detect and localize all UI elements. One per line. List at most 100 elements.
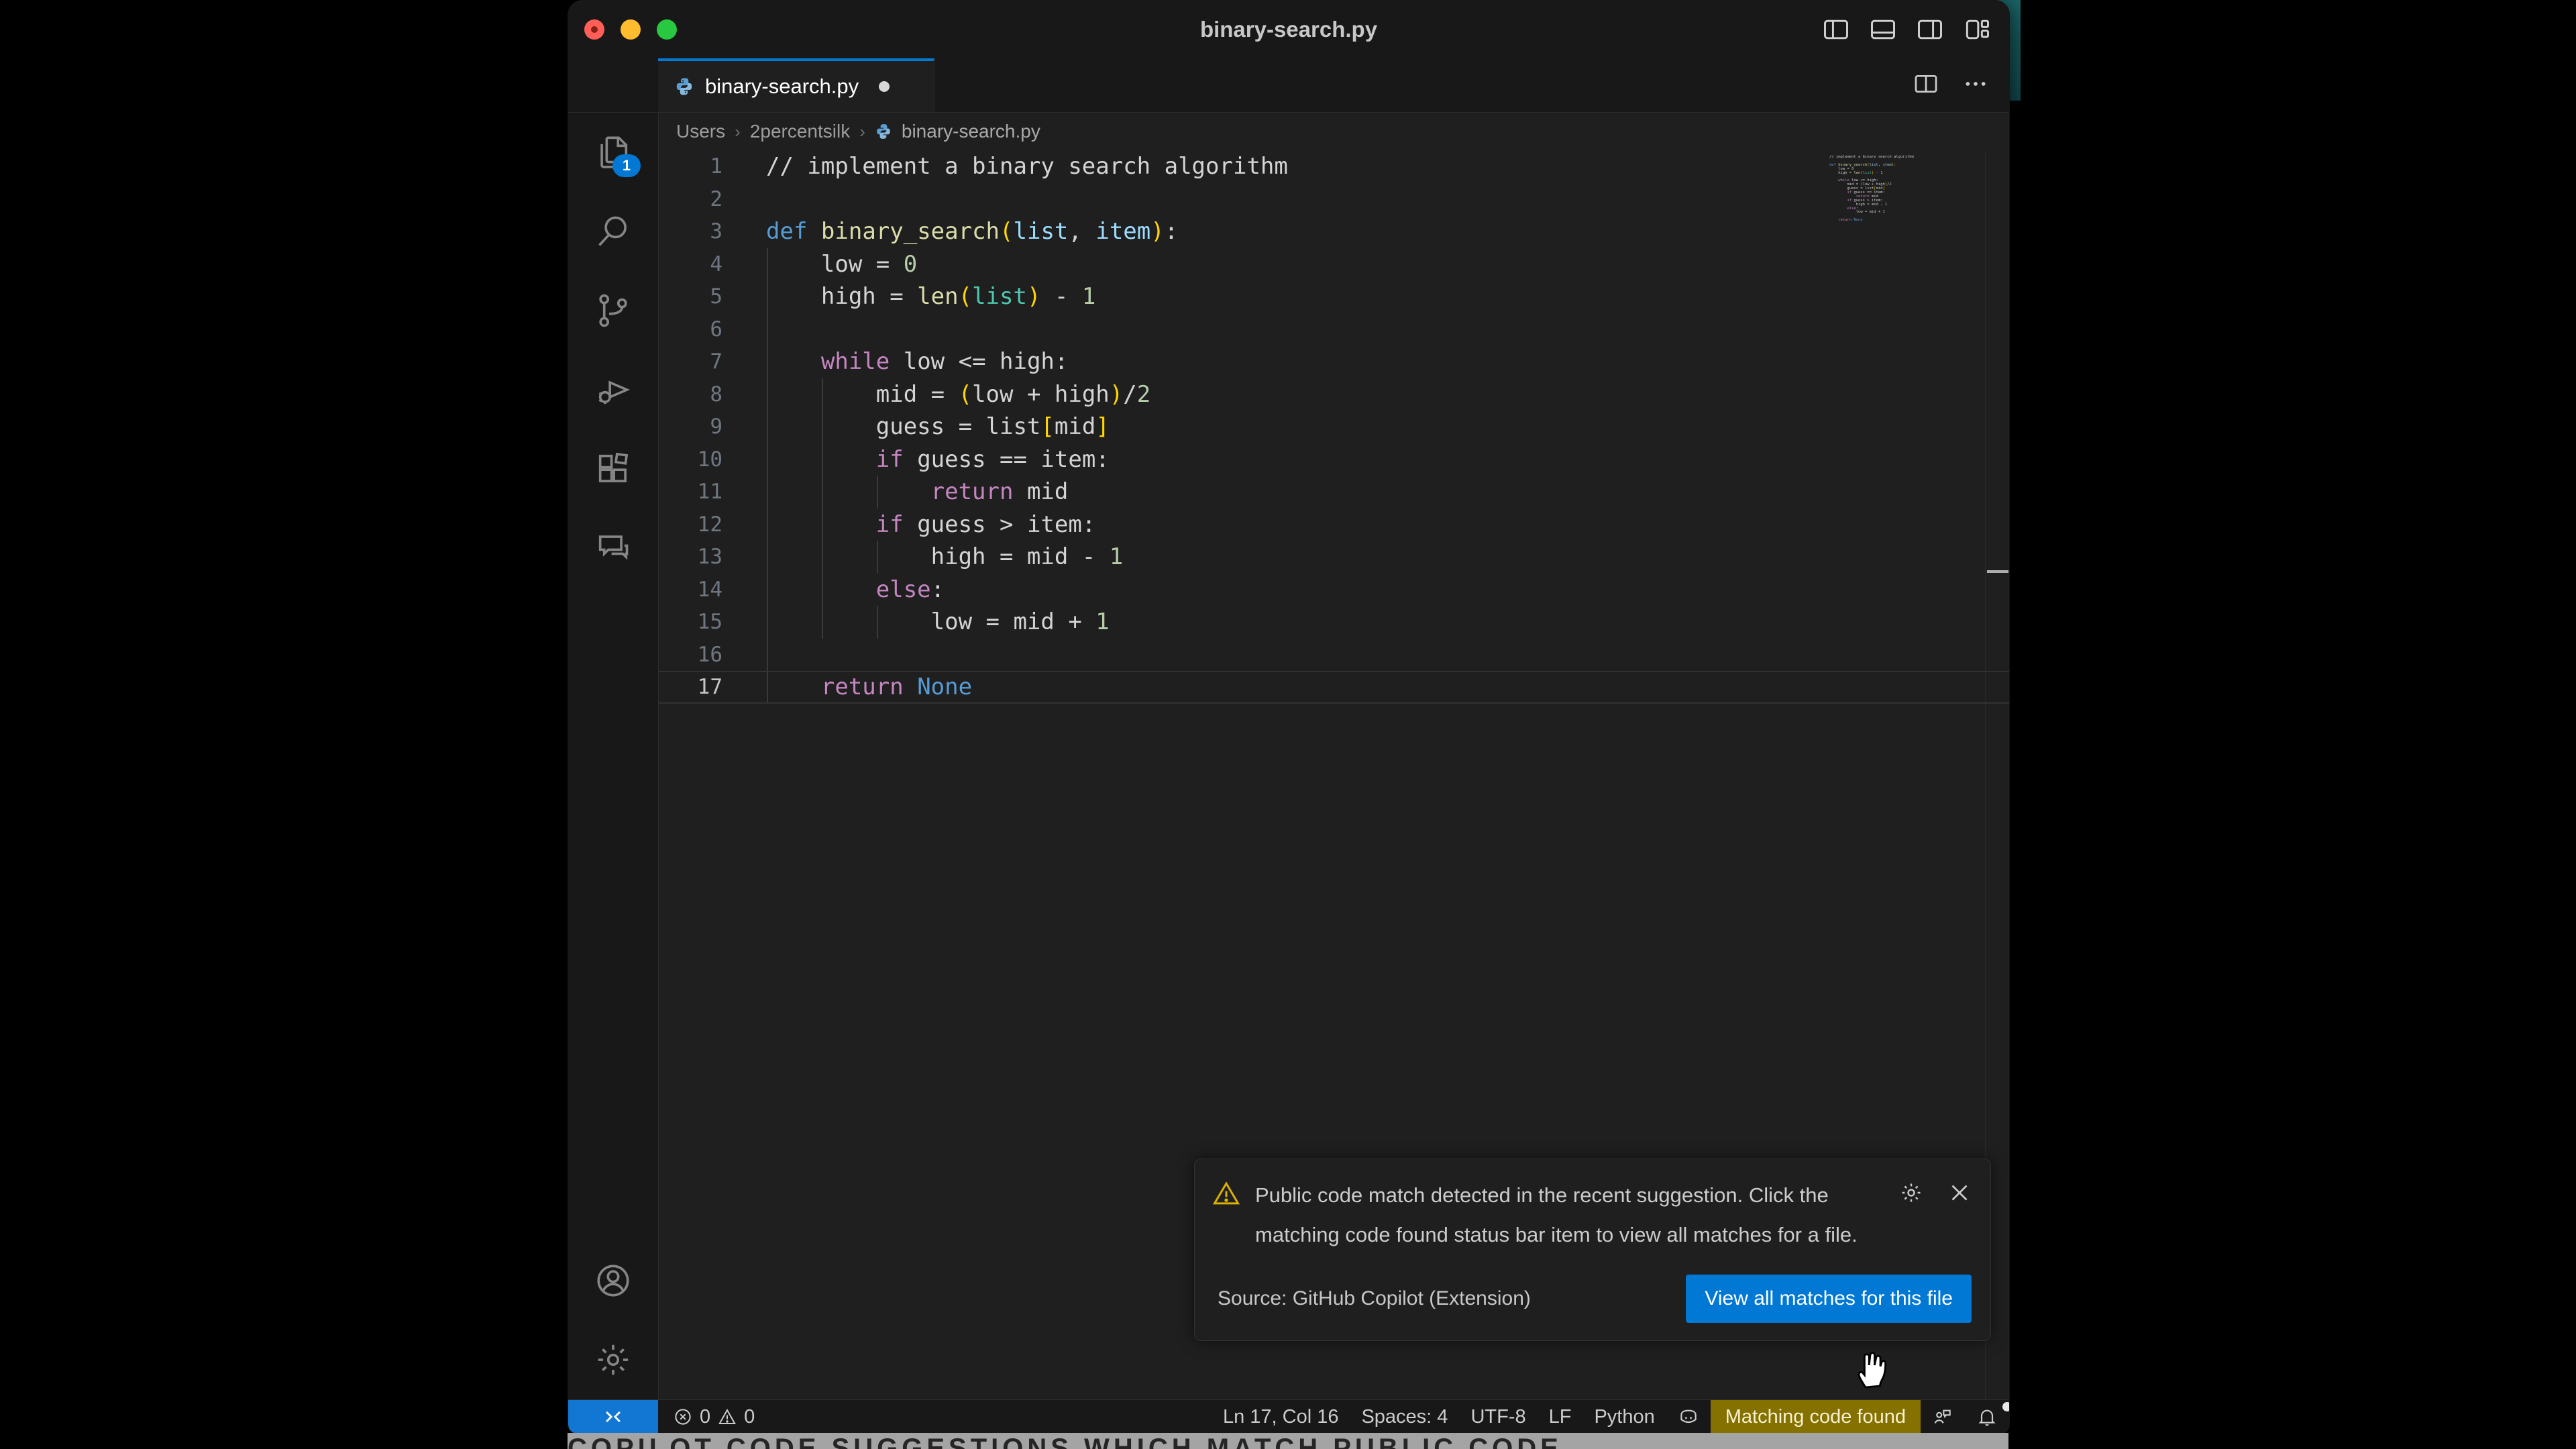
minimap[interactable]: // implement a binary search algorithmde… xyxy=(1829,156,1984,223)
breadcrumb-item-2percentsilk[interactable]: 2percentsilk xyxy=(750,121,850,142)
line-number: 16 xyxy=(659,639,722,672)
line-number: 7 xyxy=(659,345,722,378)
line-number: 12 xyxy=(659,508,722,541)
sidebar-item-explorer[interactable]: 1 xyxy=(568,113,658,192)
remote-indicator[interactable] xyxy=(568,1400,658,1434)
customize-layout-icon[interactable] xyxy=(1962,15,1992,44)
matching-code-found-status[interactable]: Matching code found xyxy=(1711,1400,1921,1434)
tab-bar: binary-search.py xyxy=(568,58,2009,113)
chat-icon xyxy=(594,529,633,568)
sidebar-item-extensions[interactable] xyxy=(568,429,658,508)
eol-status[interactable]: LF xyxy=(1538,1406,1583,1428)
notification-source: Source: GitHub Copilot (Extension) xyxy=(1218,1287,1531,1310)
notification-settings-icon[interactable] xyxy=(1899,1181,1923,1205)
line-number: 15 xyxy=(659,606,722,639)
view-all-matches-button[interactable]: View all matches for this file xyxy=(1686,1275,1972,1323)
copilot-status[interactable] xyxy=(1666,1406,1711,1428)
code-line-13[interactable]: 13 high = mid - 1 xyxy=(659,541,2009,574)
line-number: 11 xyxy=(659,476,722,508)
sidebar-item-chat[interactable] xyxy=(568,508,658,588)
warning-icon xyxy=(1212,1179,1240,1208)
modified-indicator-dot[interactable] xyxy=(879,81,890,92)
code-area[interactable]: 1// implement a binary search algorithm2… xyxy=(659,150,2009,704)
window-title: binary-search.py xyxy=(1200,17,1377,42)
toggle-primary-sidebar-icon[interactable] xyxy=(1821,15,1851,44)
problems-status[interactable]: 0 0 xyxy=(658,1406,769,1428)
breadcrumb-separator: › xyxy=(859,121,865,142)
line-number: 9 xyxy=(659,411,722,443)
cursor-position-status[interactable]: Ln 17, Col 16 xyxy=(1212,1406,1350,1428)
python-file-icon xyxy=(674,76,694,97)
code-line-1[interactable]: 1// implement a binary search algorithm xyxy=(659,150,2009,183)
minimap-line: return None xyxy=(1829,219,1984,223)
status-bar: 0 0 Ln 17, Col 16 Spaces: 4 UTF-8 LF Pyt… xyxy=(568,1399,2009,1434)
sidebar-item-source-control[interactable] xyxy=(568,271,658,350)
mouse-cursor-hand xyxy=(1853,1347,1892,1390)
errors-count: 0 xyxy=(700,1406,710,1428)
code-line-4[interactable]: 4 low = 0 xyxy=(659,248,2009,281)
feedback-icon xyxy=(1932,1406,1953,1428)
feedback-status[interactable] xyxy=(1921,1406,1965,1428)
code-line-12[interactable]: 12 if guess > item: xyxy=(659,508,2009,541)
bell-icon xyxy=(1976,1406,1998,1428)
notification-dot xyxy=(2002,1402,2010,1411)
remote-icon xyxy=(602,1405,625,1428)
titlebar: binary-search.py xyxy=(568,1,2009,58)
minimize-window-button[interactable] xyxy=(621,19,641,40)
line-number: 10 xyxy=(659,443,722,476)
line-number: 2 xyxy=(659,183,722,216)
errors-icon xyxy=(673,1407,693,1427)
git-branch-icon xyxy=(594,291,633,330)
sidebar-item-search[interactable] xyxy=(568,192,658,271)
tab-label: binary-search.py xyxy=(705,74,859,99)
breadcrumb-item-file[interactable]: binary-search.py xyxy=(902,121,1040,142)
close-window-button[interactable] xyxy=(584,19,604,40)
encoding-status[interactable]: UTF-8 xyxy=(1459,1406,1537,1428)
close-icon[interactable] xyxy=(1947,1181,1972,1205)
code-line-17[interactable]: 17 return None xyxy=(659,671,2009,704)
sidebar-item-run-debug[interactable] xyxy=(568,350,658,429)
code-line-2[interactable]: 2 xyxy=(659,183,2009,216)
notifications-status[interactable] xyxy=(1965,1406,2009,1428)
code-line-14[interactable]: 14 else: xyxy=(659,574,2009,606)
tab-binary-search-py[interactable]: binary-search.py xyxy=(658,58,934,112)
line-number: 4 xyxy=(659,248,722,281)
toggle-panel-icon[interactable] xyxy=(1868,15,1898,44)
warnings-count: 0 xyxy=(744,1406,755,1428)
indentation-status[interactable]: Spaces: 4 xyxy=(1350,1406,1459,1428)
zoom-window-button[interactable] xyxy=(657,19,677,40)
account-icon xyxy=(594,1261,633,1300)
background-window-strip: COPILOT CODE SUGGESTIONS WHICH MATCH PUB… xyxy=(568,1433,2008,1449)
code-line-11[interactable]: 11 return mid xyxy=(659,476,2009,508)
code-line-6[interactable]: 6 xyxy=(659,313,2009,346)
python-file-icon xyxy=(875,123,892,140)
code-line-7[interactable]: 7 while low <= high: xyxy=(659,345,2009,378)
search-icon xyxy=(594,212,633,251)
code-line-16[interactable]: 16 xyxy=(659,639,2009,672)
debug-icon xyxy=(594,370,633,409)
code-line-9[interactable]: 9 guess = list[mid] xyxy=(659,411,2009,443)
line-number: 6 xyxy=(659,313,722,346)
more-actions-icon[interactable] xyxy=(1962,70,1989,97)
split-editor-icon[interactable] xyxy=(1913,70,1939,97)
activity-bar: 1 xyxy=(568,113,659,1399)
notification-message: Public code match detected in the recent… xyxy=(1255,1175,1879,1254)
code-line-3[interactable]: 3def binary_search(list, item): xyxy=(659,215,2009,248)
breadcrumb-separator: › xyxy=(735,121,741,142)
language-mode-status[interactable]: Python xyxy=(1582,1406,1666,1428)
explorer-badge: 1 xyxy=(612,154,641,177)
desktop-background: binary-search.py binary-search.py xyxy=(0,0,2576,1449)
toggle-secondary-sidebar-icon[interactable] xyxy=(1915,15,1945,44)
code-line-10[interactable]: 10 if guess == item: xyxy=(659,443,2009,476)
code-line-15[interactable]: 15 low = mid + 1 xyxy=(659,606,2009,639)
line-number: 17 xyxy=(659,671,722,704)
line-number: 13 xyxy=(659,541,722,574)
code-line-5[interactable]: 5 high = len(list) - 1 xyxy=(659,280,2009,313)
accounts-button[interactable] xyxy=(568,1241,658,1320)
code-line-8[interactable]: 8 mid = (low + high)/2 xyxy=(659,378,2009,411)
breadcrumb: Users › 2percentsilk › binary-search.py xyxy=(659,113,2009,150)
settings-button[interactable] xyxy=(568,1320,658,1399)
overview-ruler-cursor-mark xyxy=(1987,570,2008,573)
background-strip-text: COPILOT CODE SUGGESTIONS WHICH MATCH PUB… xyxy=(568,1434,2008,1449)
breadcrumb-item-users[interactable]: Users xyxy=(676,121,725,142)
